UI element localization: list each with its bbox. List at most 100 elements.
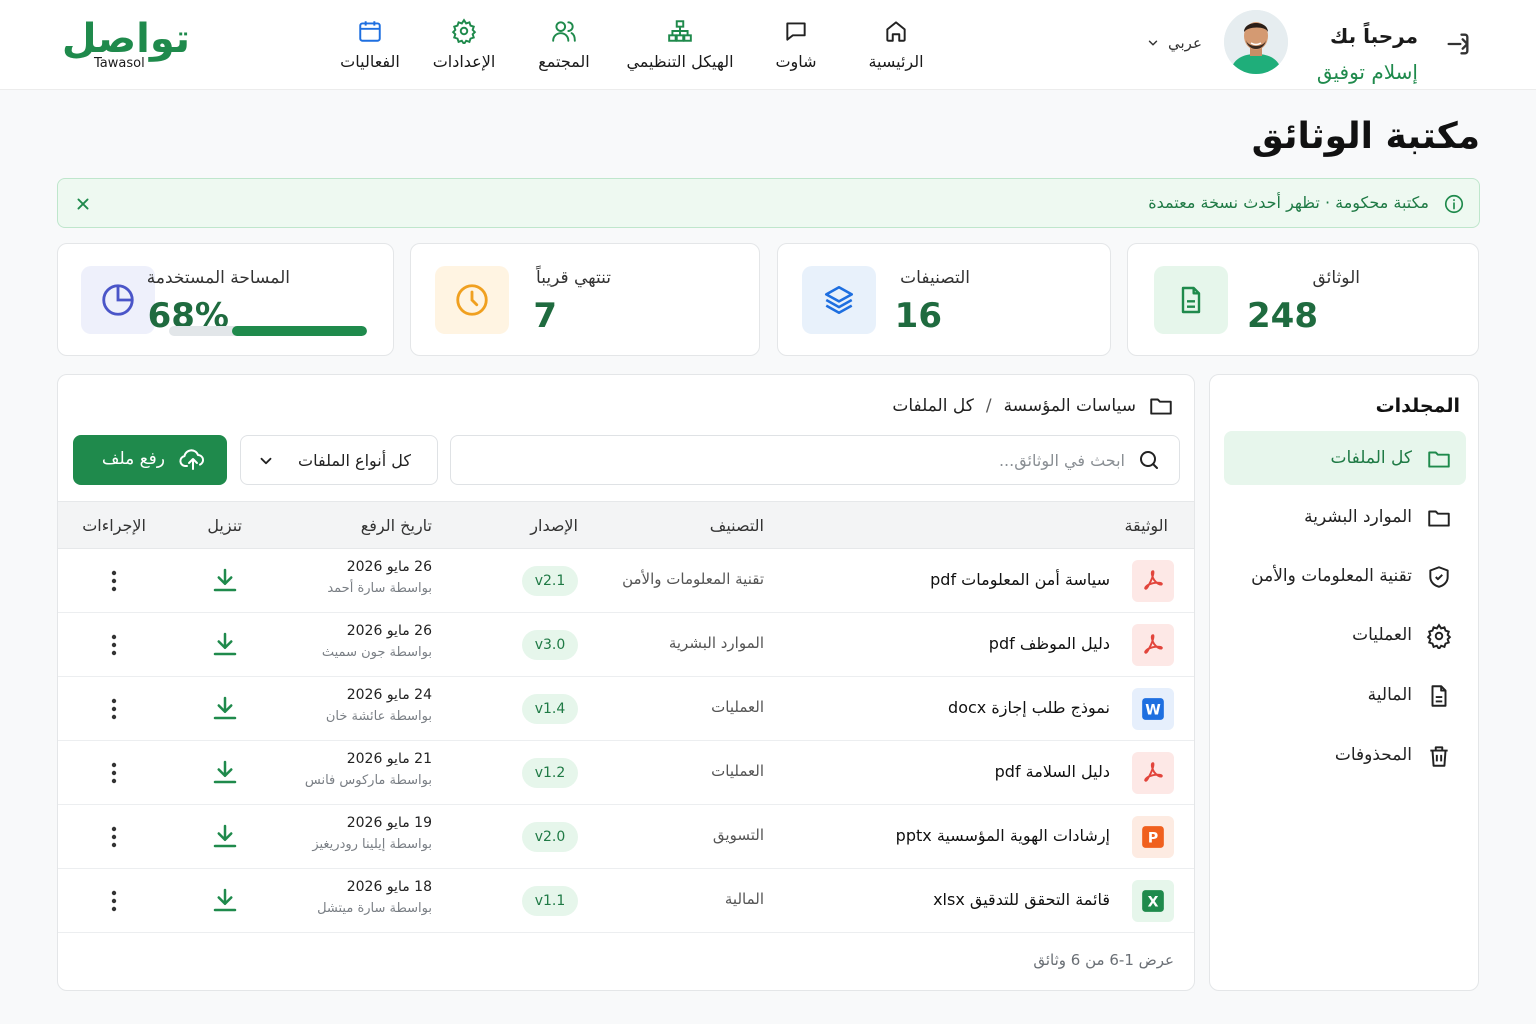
- sidebar-item-finance[interactable]: المالية: [1224, 668, 1466, 722]
- sidebar-item-label: المحذوفات: [1334, 745, 1412, 765]
- sidebar-item-hr[interactable]: الموارد البشرية: [1224, 490, 1466, 544]
- table-row[interactable]: P إرشادات الهوية المؤسسية pptx التسويق v…: [58, 805, 1194, 869]
- clock-icon: [435, 266, 509, 334]
- document-name[interactable]: إرشادات الهوية المؤسسية pptx: [896, 826, 1110, 845]
- nav-settings[interactable]: الإعدادات: [414, 18, 514, 78]
- user-name: إسلام توفيق: [1316, 60, 1418, 84]
- storage-progress-bar: [169, 326, 367, 336]
- sidebar-item-operations[interactable]: العمليات: [1224, 608, 1466, 662]
- document-name[interactable]: نموذج طلب إجازة docx: [948, 698, 1110, 717]
- pie-chart-icon: [81, 266, 155, 334]
- storage-progress-fill: [232, 326, 367, 336]
- document-name[interactable]: دليل الموظف pdf: [989, 634, 1110, 653]
- nav-label: الهيكل التنظيمي: [626, 52, 734, 71]
- nav-label: الإعدادات: [432, 52, 496, 71]
- upload-date: 19 مايو 2026: [346, 815, 432, 831]
- version-badge: v2.0: [522, 822, 578, 852]
- more-vertical-icon[interactable]: [102, 823, 126, 851]
- document-category: تقنية المعلومات والأمن: [622, 570, 764, 588]
- download-icon[interactable]: [210, 629, 240, 659]
- language-select[interactable]: عربي: [1146, 34, 1202, 52]
- nav-chat[interactable]: شاوت: [746, 18, 846, 78]
- breadcrumb-separator: /: [985, 396, 992, 416]
- download-icon[interactable]: [210, 885, 240, 915]
- table-row[interactable]: دليل الموظف pdf الموارد البشرية v3.0 26 …: [58, 613, 1194, 677]
- sidebar-item-label: المالية: [1367, 685, 1412, 705]
- more-vertical-icon[interactable]: [102, 759, 126, 787]
- file-type-filter[interactable]: كل أنواع الملفات: [240, 435, 438, 485]
- document-name[interactable]: قائمة التحقق للتدقيق xlsx: [933, 890, 1110, 909]
- alert-text: مكتبة محكومة · تظهر أحدث نسخة معتمدة: [1148, 193, 1429, 212]
- close-icon[interactable]: [72, 193, 94, 215]
- table-row[interactable]: X قائمة التحقق للتدقيق xlsx المالية v1.1…: [58, 869, 1194, 933]
- table-row[interactable]: سياسة أمن المعلومات pdf تقنية المعلومات …: [58, 549, 1194, 613]
- word-file-icon: W: [1132, 688, 1174, 730]
- document-category: العمليات: [711, 698, 764, 716]
- search-input[interactable]: [485, 436, 1125, 484]
- download-icon[interactable]: [210, 821, 240, 851]
- stat-value: 16: [894, 296, 942, 336]
- uploaded-by: بواسطة سارة ميتشل: [317, 901, 432, 916]
- pdf-file-icon: [1132, 560, 1174, 602]
- sidebar-item-all-files[interactable]: كل الملفات: [1224, 431, 1466, 485]
- nav-community[interactable]: المجتمع: [514, 18, 614, 78]
- more-vertical-icon[interactable]: [102, 887, 126, 915]
- powerpoint-file-icon: P: [1132, 816, 1174, 858]
- excel-file-icon: X: [1132, 880, 1174, 922]
- more-vertical-icon[interactable]: [102, 631, 126, 659]
- pdf-file-icon: [1132, 624, 1174, 666]
- column-header-actions: الإجراءات: [82, 516, 146, 535]
- breadcrumb-item[interactable]: سياسات المؤسسة: [1004, 396, 1136, 416]
- document-name[interactable]: دليل السلامة pdf: [995, 762, 1110, 781]
- upload-label: رفع ملف: [101, 449, 165, 469]
- uploaded-by: بواسطة جون سميث: [321, 645, 432, 660]
- svg-text:X: X: [1148, 894, 1159, 910]
- document-name[interactable]: سياسة أمن المعلومات pdf: [930, 570, 1110, 589]
- gear-icon: [1426, 623, 1452, 649]
- sidebar-item-label: العمليات: [1352, 625, 1412, 645]
- column-header-category[interactable]: التصنيف: [710, 516, 764, 535]
- uploaded-by: بواسطة عائشة خان: [325, 709, 432, 724]
- table-row[interactable]: دليل السلامة pdf العمليات v1.2 21 مايو 2…: [58, 741, 1194, 805]
- breadcrumb-item[interactable]: كل الملفات: [892, 396, 974, 416]
- main-nav: الرئيسية شاوت الهيكل التنظيمي المجتمع ال…: [326, 18, 946, 78]
- more-vertical-icon[interactable]: [102, 695, 126, 723]
- nav-home[interactable]: الرئيسية: [846, 18, 946, 78]
- uploaded-by: بواسطة ماركوس فانس: [304, 773, 432, 788]
- pdf-file-icon: [1132, 752, 1174, 794]
- download-icon[interactable]: [210, 565, 240, 595]
- folder-icon: [1426, 505, 1452, 531]
- search-icon: [1137, 448, 1161, 472]
- language-label: عربي: [1168, 34, 1202, 52]
- avatar[interactable]: [1224, 10, 1288, 74]
- stat-label: المساحة المستخدمة: [146, 268, 290, 288]
- nav-events[interactable]: الفعاليات: [326, 18, 414, 78]
- logout-icon[interactable]: [1444, 30, 1472, 58]
- nav-label: المجتمع: [538, 52, 590, 71]
- document-icon: [1154, 266, 1228, 334]
- upload-file-button[interactable]: رفع ملف: [73, 435, 227, 485]
- brand-logo[interactable]: تواصل Tawasol: [62, 16, 190, 76]
- download-icon[interactable]: [210, 693, 240, 723]
- table-header: الوثيقة التصنيف الإصدار تاريخ الرفع تنزي…: [58, 501, 1194, 549]
- column-header-version[interactable]: الإصدار: [530, 516, 578, 535]
- more-vertical-icon[interactable]: [102, 567, 126, 595]
- column-header-document[interactable]: الوثيقة: [1124, 516, 1168, 535]
- version-badge: v1.1: [522, 886, 578, 916]
- column-header-upload-date[interactable]: تاريخ الرفع: [361, 516, 432, 535]
- sidebar-item-it-security[interactable]: تقنية المعلومات والأمن: [1224, 549, 1466, 603]
- nav-label: الرئيسية: [868, 52, 924, 71]
- document-category: الموارد البشرية: [668, 634, 764, 652]
- folders-sidebar: المجلدات كل الملفات الموارد البشرية تقني…: [1209, 374, 1479, 991]
- version-badge: v2.1: [522, 566, 578, 596]
- top-header: مرحباً بك إسلام توفيق عربي الرئيسية شاوت…: [0, 0, 1536, 90]
- info-alert: مكتبة محكومة · تظهر أحدث نسخة معتمدة: [57, 178, 1480, 228]
- stat-card-storage: المساحة المستخدمة 68%: [57, 243, 394, 356]
- table-row[interactable]: W نموذج طلب إجازة docx العمليات v1.4 24 …: [58, 677, 1194, 741]
- stat-label: التصنيفات: [900, 268, 970, 288]
- nav-org-chart[interactable]: الهيكل التنظيمي: [614, 18, 746, 78]
- download-icon[interactable]: [210, 757, 240, 787]
- sidebar-item-trash[interactable]: المحذوفات: [1224, 728, 1466, 782]
- nav-label: شاوت: [775, 52, 817, 71]
- stat-card-categories: التصنيفات 16: [777, 243, 1111, 356]
